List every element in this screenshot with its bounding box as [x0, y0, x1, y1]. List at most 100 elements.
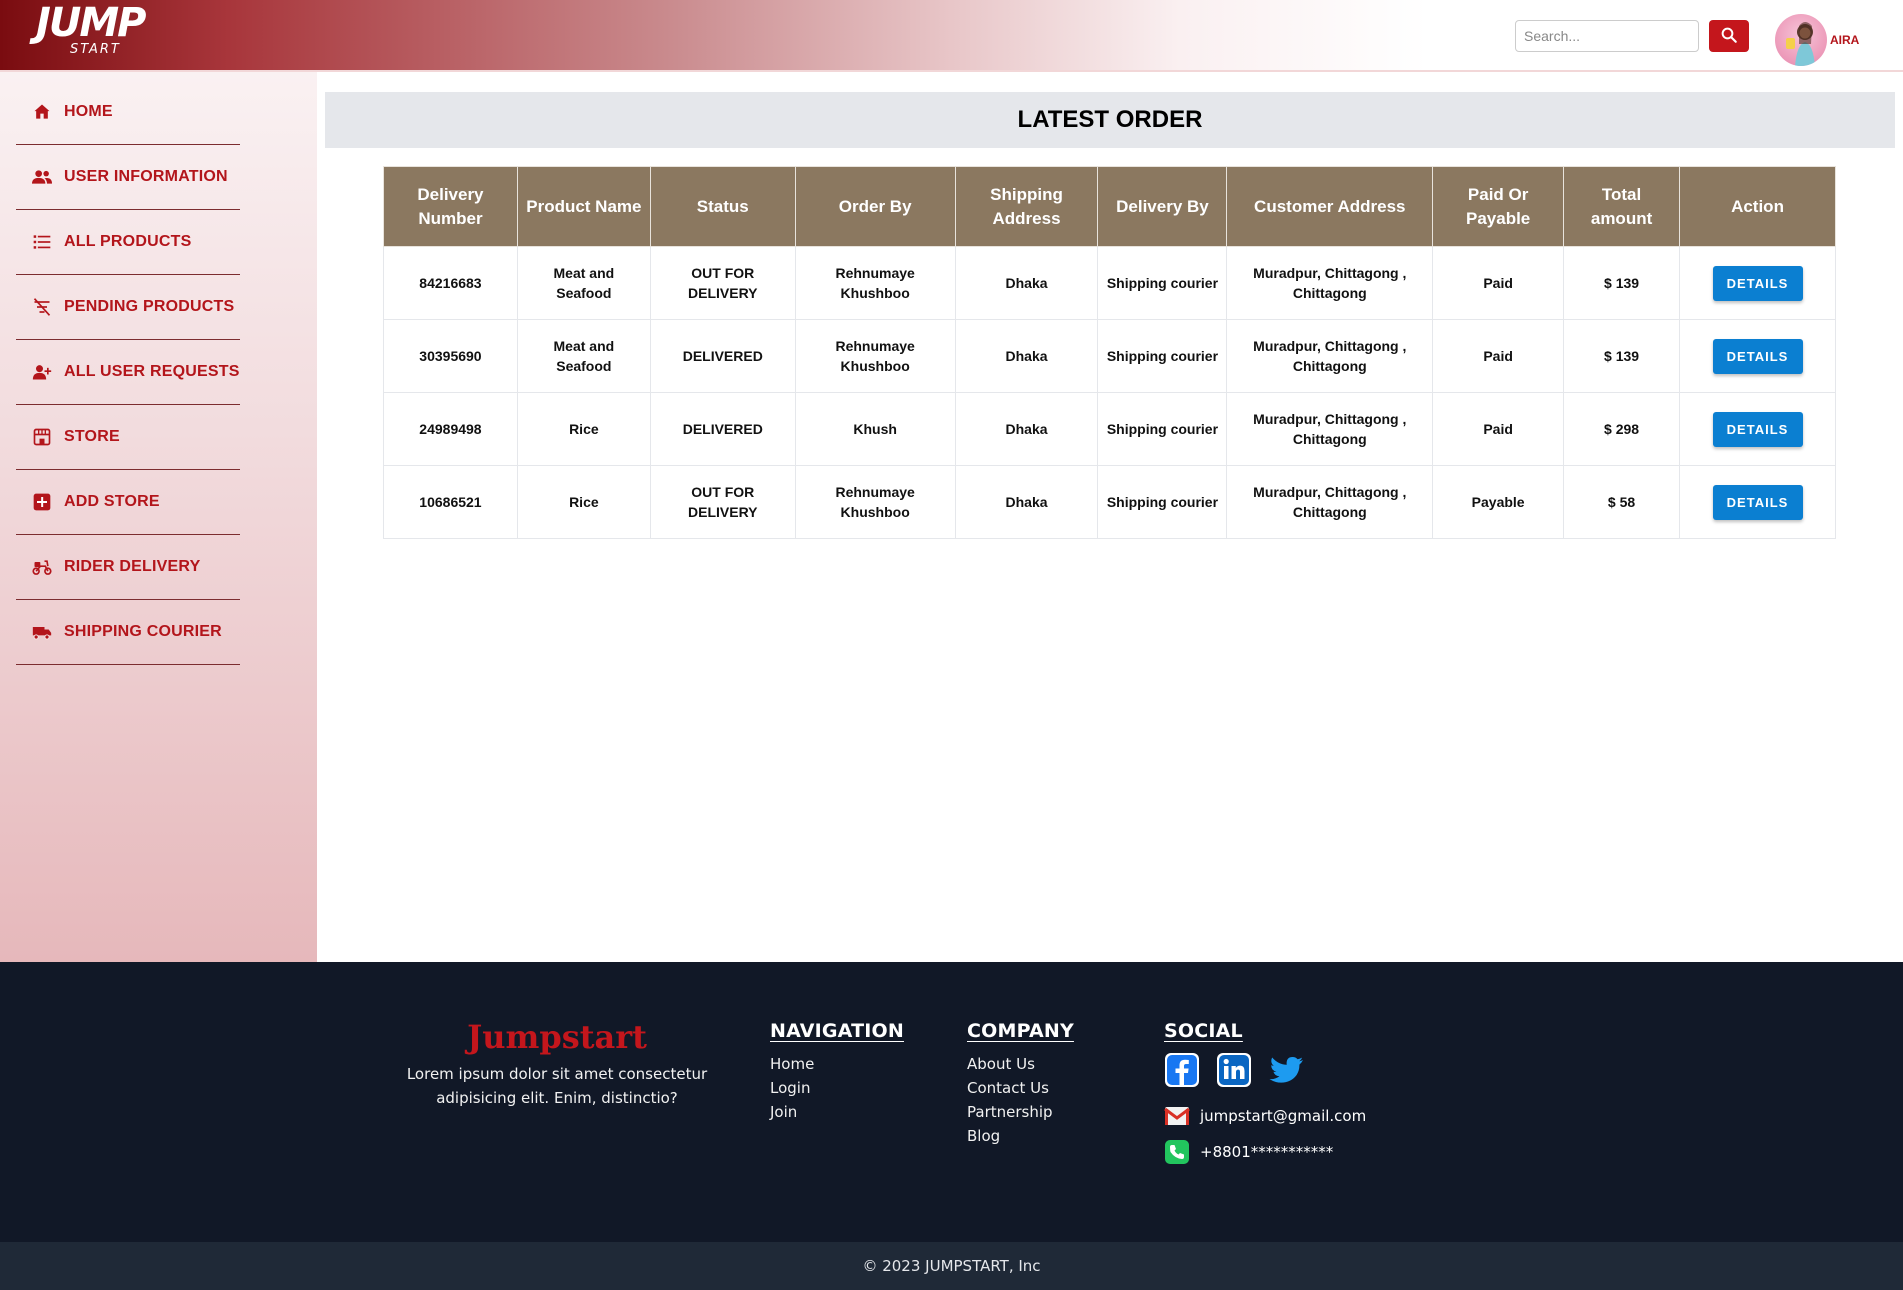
orders-table: Delivery Number Product Name Status Orde…: [383, 166, 1836, 539]
logo-sub-text: START: [70, 42, 121, 57]
page-title-bar: LATEST ORDER: [325, 92, 1895, 148]
gmail-icon: [1164, 1103, 1190, 1129]
users-icon: [32, 167, 52, 187]
footer-navigation-title: NAVIGATION: [770, 1020, 904, 1042]
customer-address: Muradpur, Chittagong , Chittagong: [1226, 392, 1434, 466]
page-title: LATEST ORDER: [1017, 106, 1203, 133]
social-icons: [1164, 1052, 1366, 1093]
footer-email-row: jumpstart@gmail.com: [1164, 1103, 1366, 1129]
twitter-icon[interactable]: [1268, 1052, 1306, 1093]
shipping-address: Dhaka: [954, 319, 1099, 393]
product-name: Rice: [516, 392, 651, 466]
footer-link-join[interactable]: Join: [770, 1100, 904, 1124]
action-cell: DETAILS: [1679, 465, 1836, 539]
sidebar-item-user-information[interactable]: USER INFORMATION: [16, 145, 240, 210]
delivery-number: 24989498: [383, 392, 518, 466]
action-cell: DETAILS: [1679, 392, 1836, 466]
sidebar-item-pending-products[interactable]: PENDING PRODUCTS: [16, 275, 240, 340]
details-button[interactable]: DETAILS: [1712, 484, 1803, 520]
sidebar-item-label: RIDER DELIVERY: [64, 558, 201, 575]
total-amount: $ 139: [1563, 319, 1681, 393]
order-by: Rehnumaye Khushboo: [794, 465, 956, 539]
shipping-address: Dhaka: [954, 392, 1099, 466]
table-row: 84216683 Meat and Seafood OUT FOR DELIVE…: [383, 246, 1836, 320]
sidebar-item-all-user-requests[interactable]: ALL USER REQUESTS: [16, 340, 240, 405]
sidebar-item-label: SHIPPING COURIER: [64, 623, 222, 640]
jumpstart-logo[interactable]: JUMP START: [36, 0, 158, 64]
delivery-number: 10686521: [383, 465, 518, 539]
details-button[interactable]: DETAILS: [1712, 338, 1803, 374]
sidebar-item-home[interactable]: HOME: [16, 80, 240, 145]
footer-link-home[interactable]: Home: [770, 1052, 904, 1076]
column-header: Customer Address: [1226, 166, 1434, 247]
sidebar-item-label: USER INFORMATION: [64, 168, 228, 185]
store-icon: [32, 427, 52, 447]
footer-link-contact-us[interactable]: Contact Us: [967, 1076, 1074, 1100]
footer-social: SOCIAL jumpstart@gmail.com +8801********…: [1164, 1020, 1366, 1165]
sidebar: HOME USER INFORMATION ALL PRODUCTS PENDI…: [0, 72, 317, 962]
copyright-text: © 2023 JUMPSTART, Inc: [862, 1257, 1041, 1275]
footer-company: COMPANY About Us Contact Us Partnership …: [967, 1020, 1074, 1148]
product-name: Meat and Seafood: [516, 246, 651, 320]
footer-social-title: SOCIAL: [1164, 1020, 1243, 1042]
sidebar-item-add-store[interactable]: ADD STORE: [16, 470, 240, 535]
truck-icon: [32, 622, 52, 642]
footer-phone[interactable]: +8801***********: [1200, 1143, 1333, 1161]
filter-off-icon: [32, 297, 52, 317]
total-amount: $ 298: [1563, 392, 1681, 466]
details-button[interactable]: DETAILS: [1712, 265, 1803, 301]
sidebar-item-store[interactable]: STORE: [16, 405, 240, 470]
paid-or-payable: Payable: [1432, 465, 1565, 539]
order-by: Rehnumaye Khushboo: [794, 319, 956, 393]
column-header: Status: [649, 166, 796, 247]
footer: Jumpstart Lorem ipsum dolor sit amet con…: [0, 962, 1903, 1242]
product-name: Meat and Seafood: [516, 319, 651, 393]
table-header-row: Delivery Number Product Name Status Orde…: [383, 166, 1836, 247]
sidebar-item-rider-delivery[interactable]: RIDER DELIVERY: [16, 535, 240, 600]
sidebar-item-label: PENDING PRODUCTS: [64, 298, 235, 315]
sidebar-item-all-products[interactable]: ALL PRODUCTS: [16, 210, 240, 275]
order-by: Khush: [794, 392, 956, 466]
sidebar-item-shipping-courier[interactable]: SHIPPING COURIER: [16, 600, 240, 665]
footer-link-partnership[interactable]: Partnership: [967, 1100, 1074, 1124]
customer-address: Muradpur, Chittagong , Chittagong: [1226, 465, 1434, 539]
customer-address: Muradpur, Chittagong , Chittagong: [1226, 319, 1434, 393]
table-row: 24989498 Rice DELIVERED Khush Dhaka Ship…: [383, 392, 1836, 466]
delivery-number: 84216683: [383, 246, 518, 320]
user-avatar[interactable]: [1775, 14, 1827, 66]
footer-email[interactable]: jumpstart@gmail.com: [1200, 1107, 1366, 1125]
footer-brand-description: Lorem ipsum dolor sit amet consectetur a…: [406, 1065, 708, 1107]
shipping-address: Dhaka: [954, 465, 1099, 539]
action-cell: DETAILS: [1679, 246, 1836, 320]
footer-link-blog[interactable]: Blog: [967, 1124, 1074, 1148]
linkedin-icon[interactable]: [1216, 1052, 1252, 1093]
paid-or-payable: Paid: [1432, 319, 1565, 393]
user-name[interactable]: AIRA: [1830, 33, 1859, 47]
paid-or-payable: Paid: [1432, 246, 1565, 320]
sidebar-item-label: ALL PRODUCTS: [64, 233, 192, 250]
user-plus-icon: [32, 362, 52, 382]
scooter-icon: [32, 557, 52, 577]
search-icon: [1720, 26, 1738, 47]
delivery-by: Shipping courier: [1097, 319, 1228, 393]
facebook-icon[interactable]: [1164, 1052, 1200, 1093]
footer-link-login[interactable]: Login: [770, 1076, 904, 1100]
search-button[interactable]: [1709, 20, 1749, 52]
search-input[interactable]: [1515, 20, 1699, 52]
shipping-address: Dhaka: [954, 246, 1099, 320]
sidebar-item-label: ALL USER REQUESTS: [64, 363, 240, 380]
status-badge: OUT FOR DELIVERY: [649, 465, 796, 539]
paid-or-payable: Paid: [1432, 392, 1565, 466]
delivery-number: 30395690: [383, 319, 518, 393]
footer-link-about-us[interactable]: About Us: [967, 1052, 1074, 1076]
status-badge: DELIVERED: [649, 319, 796, 393]
column-header: Order By: [794, 166, 956, 247]
top-header: JUMP START AIRA: [0, 0, 1903, 72]
delivery-by: Shipping courier: [1097, 465, 1228, 539]
total-amount: $ 58: [1563, 465, 1681, 539]
sidebar-item-label: HOME: [64, 103, 113, 120]
details-button[interactable]: DETAILS: [1712, 411, 1803, 447]
action-cell: DETAILS: [1679, 319, 1836, 393]
column-header: Product Name: [516, 166, 651, 247]
table-row: 10686521 Rice OUT FOR DELIVERY Rehnumaye…: [383, 465, 1836, 539]
